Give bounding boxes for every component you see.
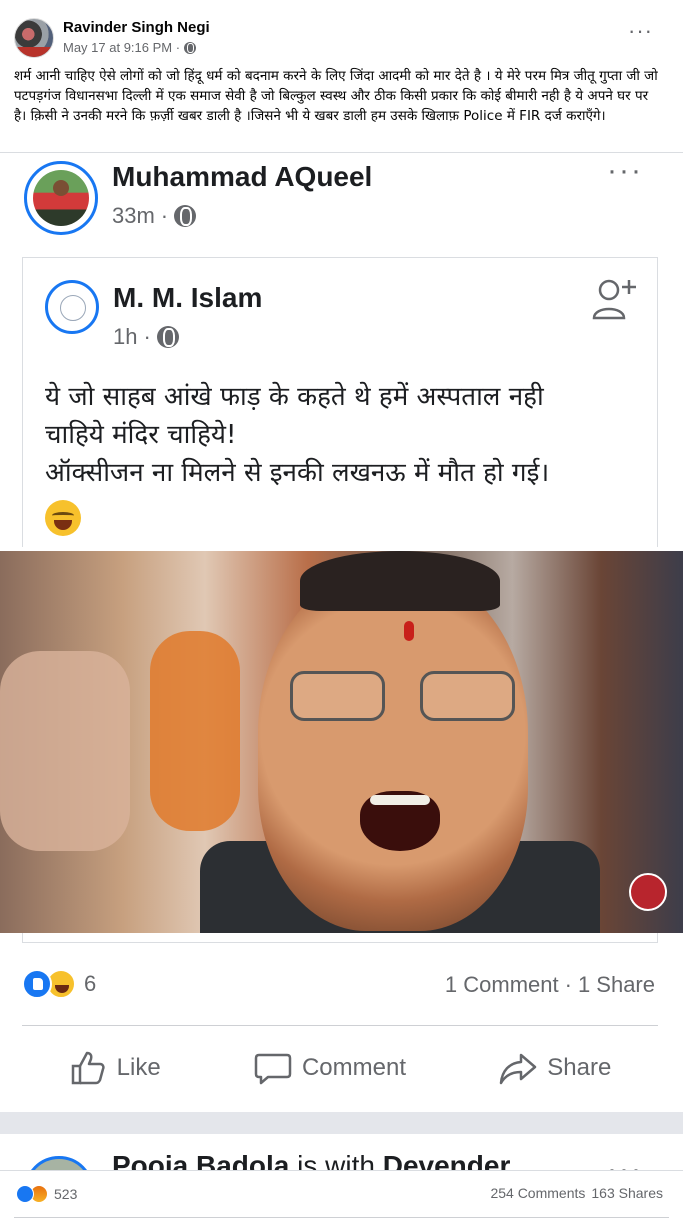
share-arrow-icon bbox=[500, 1053, 537, 1085]
shared-author-name: Muhammad AQueel bbox=[112, 161, 373, 192]
quoted-author-name: M. M. Islam bbox=[113, 282, 263, 313]
shared-post-meta: 33m · bbox=[112, 203, 197, 229]
shared-reactions: 6 bbox=[22, 969, 96, 999]
laughing-tears-emoji-icon bbox=[45, 500, 81, 536]
shared-comment-count: 1 Comment bbox=[444, 972, 559, 997]
meta-separator: · bbox=[160, 203, 169, 228]
quoted-post-text: ये जो साहब आंखे फाड़ के कहते थे हमें अस्… bbox=[45, 378, 645, 492]
author-avatar[interactable] bbox=[14, 18, 54, 58]
quoted-post-meta: 1h · bbox=[113, 324, 179, 350]
shared-comment-button: Comment bbox=[254, 1049, 406, 1087]
quoted-line-3: ऑक्सीजन ना मिलने से इनकी लखनऊ में मौत हो… bbox=[45, 458, 550, 488]
outer-reaction-count[interactable]: 523 bbox=[54, 1186, 77, 1202]
outer-reactions[interactable]: 523 bbox=[16, 1185, 77, 1203]
outer-post-header: Ravinder Singh Negi May 17 at 9:16 PM · … bbox=[0, 0, 683, 155]
divider bbox=[22, 1025, 658, 1026]
quoted-post-time: 1h bbox=[113, 324, 138, 349]
comment-label: Comment bbox=[301, 1054, 406, 1081]
like-label: Like bbox=[116, 1054, 161, 1081]
post-timestamp[interactable]: May 17 at 9:16 PM · bbox=[63, 40, 180, 55]
meta-separator: · bbox=[143, 324, 151, 349]
shared-share-button: Share bbox=[499, 1049, 611, 1087]
shared-reaction-count: 6 bbox=[84, 971, 97, 996]
post-photo bbox=[0, 551, 683, 933]
shared-more-icon: ··· bbox=[607, 154, 643, 187]
quoted-card-bottom bbox=[22, 933, 658, 943]
quoted-line-2: चाहिये मंदिर चाहिये! bbox=[45, 420, 237, 450]
channel-logo-icon bbox=[629, 873, 667, 911]
globe-icon bbox=[174, 205, 197, 227]
shared-engagement-counts: 1 Comment · 1 Share bbox=[445, 972, 655, 998]
outer-comment-count[interactable]: 254 Comments bbox=[490, 1185, 585, 1201]
outer-post-footer: 523 254 Comments 163 Shares bbox=[0, 1170, 683, 1223]
globe-icon bbox=[156, 326, 179, 348]
globe-icon[interactable] bbox=[184, 41, 197, 54]
quoted-post: M. M. Islam 1h · ये जो साहब आंखे फाड़ के… bbox=[22, 257, 658, 547]
quoted-line-1: ये जो साहब आंखे फाड़ के कहते थे हमें अस्… bbox=[45, 382, 544, 412]
quoted-author-avatar bbox=[45, 280, 99, 334]
shared-like-button: Like bbox=[69, 1049, 161, 1087]
shared-author-avatar bbox=[24, 161, 98, 235]
shared-post-time: 33m bbox=[112, 203, 155, 228]
post-text: शर्म आनी चाहिए ऐसे लोगों को जो हिंदू धर्… bbox=[14, 68, 658, 124]
comment-bubble-icon bbox=[254, 1053, 292, 1085]
count-separator: · bbox=[564, 972, 572, 997]
post-meta: May 17 at 9:16 PM · bbox=[63, 40, 197, 55]
divider bbox=[14, 1217, 669, 1218]
like-reaction-icon bbox=[16, 1185, 34, 1203]
shared-action-bar: Like Comment Share bbox=[22, 1043, 658, 1093]
thumbs-up-icon bbox=[71, 1051, 105, 1085]
like-reaction-icon bbox=[22, 969, 52, 999]
outer-engagement-counts: 254 Comments 163 Shares bbox=[490, 1185, 663, 1201]
shared-post-image[interactable]: Muhammad AQueel 33m · ··· M. M. Islam 1h… bbox=[0, 152, 683, 1112]
shared-share-count: 1 Share bbox=[577, 972, 655, 997]
share-label: Share bbox=[547, 1054, 612, 1081]
author-name[interactable]: Ravinder Singh Negi bbox=[63, 19, 210, 36]
more-options-icon[interactable]: ··· bbox=[628, 20, 653, 42]
add-friend-icon bbox=[592, 279, 636, 320]
post-separator-band bbox=[0, 1112, 683, 1134]
outer-share-count[interactable]: 163 Shares bbox=[591, 1185, 663, 1201]
